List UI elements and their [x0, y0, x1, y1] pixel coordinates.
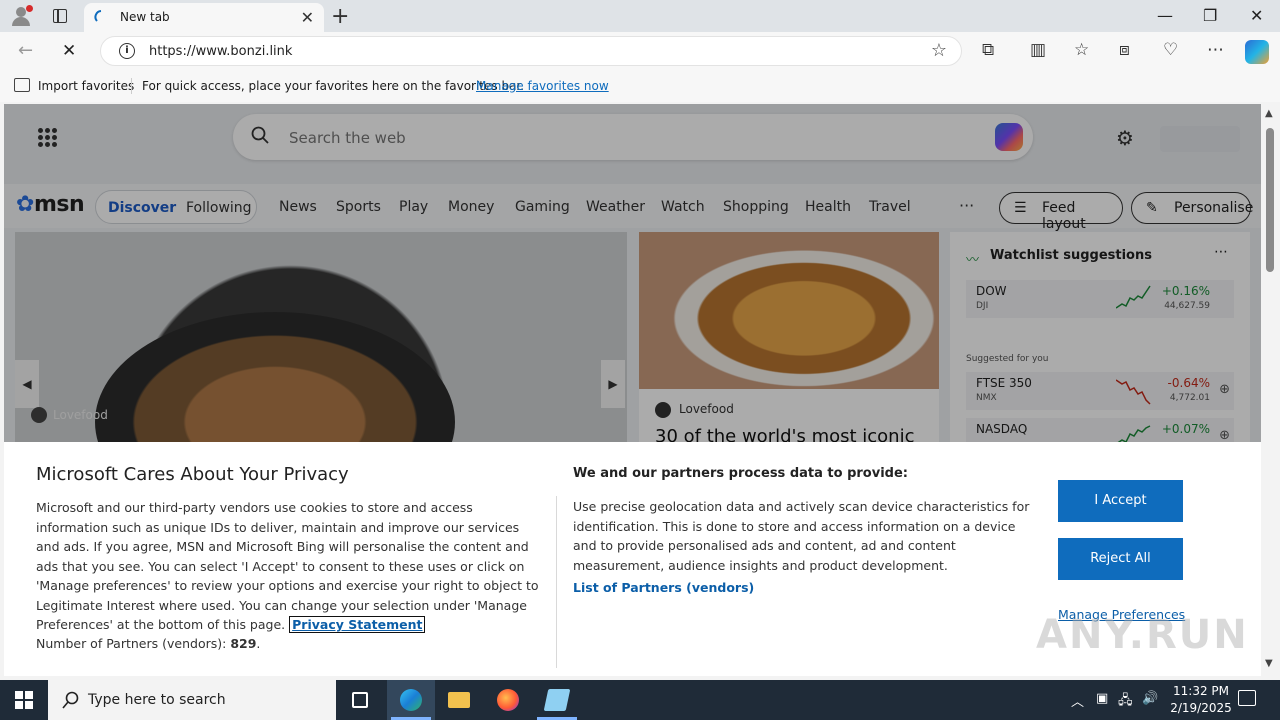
scroll-up-icon[interactable]: ▲: [1265, 108, 1273, 119]
accept-button[interactable]: I Accept: [1058, 480, 1183, 522]
tab-actions-icon[interactable]: [50, 6, 70, 26]
edge-taskbar-icon[interactable]: [387, 680, 435, 720]
taskbar-search-placeholder: Type here to search: [88, 692, 226, 708]
search-icon: [62, 691, 79, 709]
extensions-icon[interactable]: ⧉: [982, 40, 994, 60]
privacy-body: Microsoft and our third-party vendors us…: [36, 500, 539, 633]
minimize-icon[interactable]: —: [1157, 6, 1173, 25]
stop-loading-icon[interactable]: ✕: [62, 41, 76, 61]
divider: [556, 496, 557, 668]
volume-icon[interactable]: 🔊: [1142, 691, 1158, 706]
partners-count: Number of Partners (vendors): 829.: [36, 636, 261, 651]
list-of-partners-link[interactable]: List of Partners (vendors): [573, 580, 754, 595]
reject-all-button[interactable]: Reject All: [1058, 538, 1183, 580]
task-view-icon[interactable]: [336, 680, 384, 720]
data-processing-title: We and our partners process data to prov…: [573, 466, 908, 481]
favorites-bar-message: For quick access, place your favorites h…: [142, 79, 525, 93]
windows-start-icon[interactable]: [15, 691, 33, 709]
url-text[interactable]: https://www.bonzi.link: [149, 44, 292, 59]
back-icon[interactable]: ←: [18, 40, 33, 61]
close-tab-icon[interactable]: ✕: [301, 8, 314, 27]
vertical-scrollbar[interactable]: ▲ ▼: [1261, 104, 1280, 676]
favorites-icon[interactable]: ☆: [1074, 40, 1089, 60]
new-tab-icon[interactable]: +: [331, 4, 349, 29]
taskbar-search-box[interactable]: Type here to search: [48, 680, 336, 720]
site-info-icon[interactable]: i: [119, 43, 135, 59]
file-explorer-icon[interactable]: [435, 680, 483, 720]
favorite-star-icon[interactable]: ☆: [931, 40, 947, 61]
tray-device-icon[interactable]: ▣: [1096, 691, 1108, 706]
privacy-statement-link[interactable]: Privacy Statement: [289, 616, 426, 633]
tray-overflow-icon[interactable]: ︿: [1071, 691, 1084, 710]
tab-title: New tab: [120, 10, 170, 24]
notepad-icon[interactable]: [533, 680, 581, 720]
import-favorites-icon[interactable]: [14, 78, 30, 92]
collections-icon[interactable]: ⧈: [1119, 40, 1130, 60]
import-favorites-button[interactable]: Import favorites: [38, 79, 134, 93]
browser-essentials-icon[interactable]: ♡: [1163, 40, 1178, 60]
firefox-icon[interactable]: [484, 680, 532, 720]
data-processing-body: Use precise geolocation data and activel…: [573, 499, 1030, 573]
loading-spinner-icon: [94, 10, 102, 22]
profile-icon[interactable]: [10, 5, 33, 27]
privacy-title: Microsoft Cares About Your Privacy: [36, 464, 349, 485]
notifications-icon[interactable]: [1238, 690, 1256, 706]
watermark-logo: ANY.RUN: [1036, 612, 1249, 658]
address-bar[interactable]: i https://www.bonzi.link ☆: [100, 36, 962, 66]
split-screen-icon[interactable]: ▥: [1030, 40, 1046, 60]
network-icon[interactable]: 🖧: [1118, 691, 1133, 713]
scroll-down-icon[interactable]: ▼: [1265, 658, 1273, 669]
divider: [131, 78, 132, 94]
copilot-icon[interactable]: [1245, 40, 1269, 64]
close-window-icon[interactable]: ✕: [1250, 6, 1263, 25]
tab-new-tab[interactable]: New tab ✕: [84, 3, 324, 32]
manage-favorites-link[interactable]: Manage favorites now: [476, 79, 609, 93]
restore-icon[interactable]: ❐: [1203, 6, 1217, 25]
system-clock[interactable]: 11:32 PM 2/19/2025: [1166, 683, 1236, 717]
favorites-bar: Import favorites For quick access, place…: [0, 70, 1280, 102]
windows-taskbar: Type here to search ︿ ▣ 🖧 🔊 11:32 PM 2/1…: [0, 680, 1280, 720]
browser-tab-bar: New tab ✕ + — ❐ ✕: [0, 0, 1280, 32]
more-menu-icon[interactable]: ⋯: [1207, 40, 1224, 60]
scrollbar-thumb[interactable]: [1266, 128, 1274, 272]
